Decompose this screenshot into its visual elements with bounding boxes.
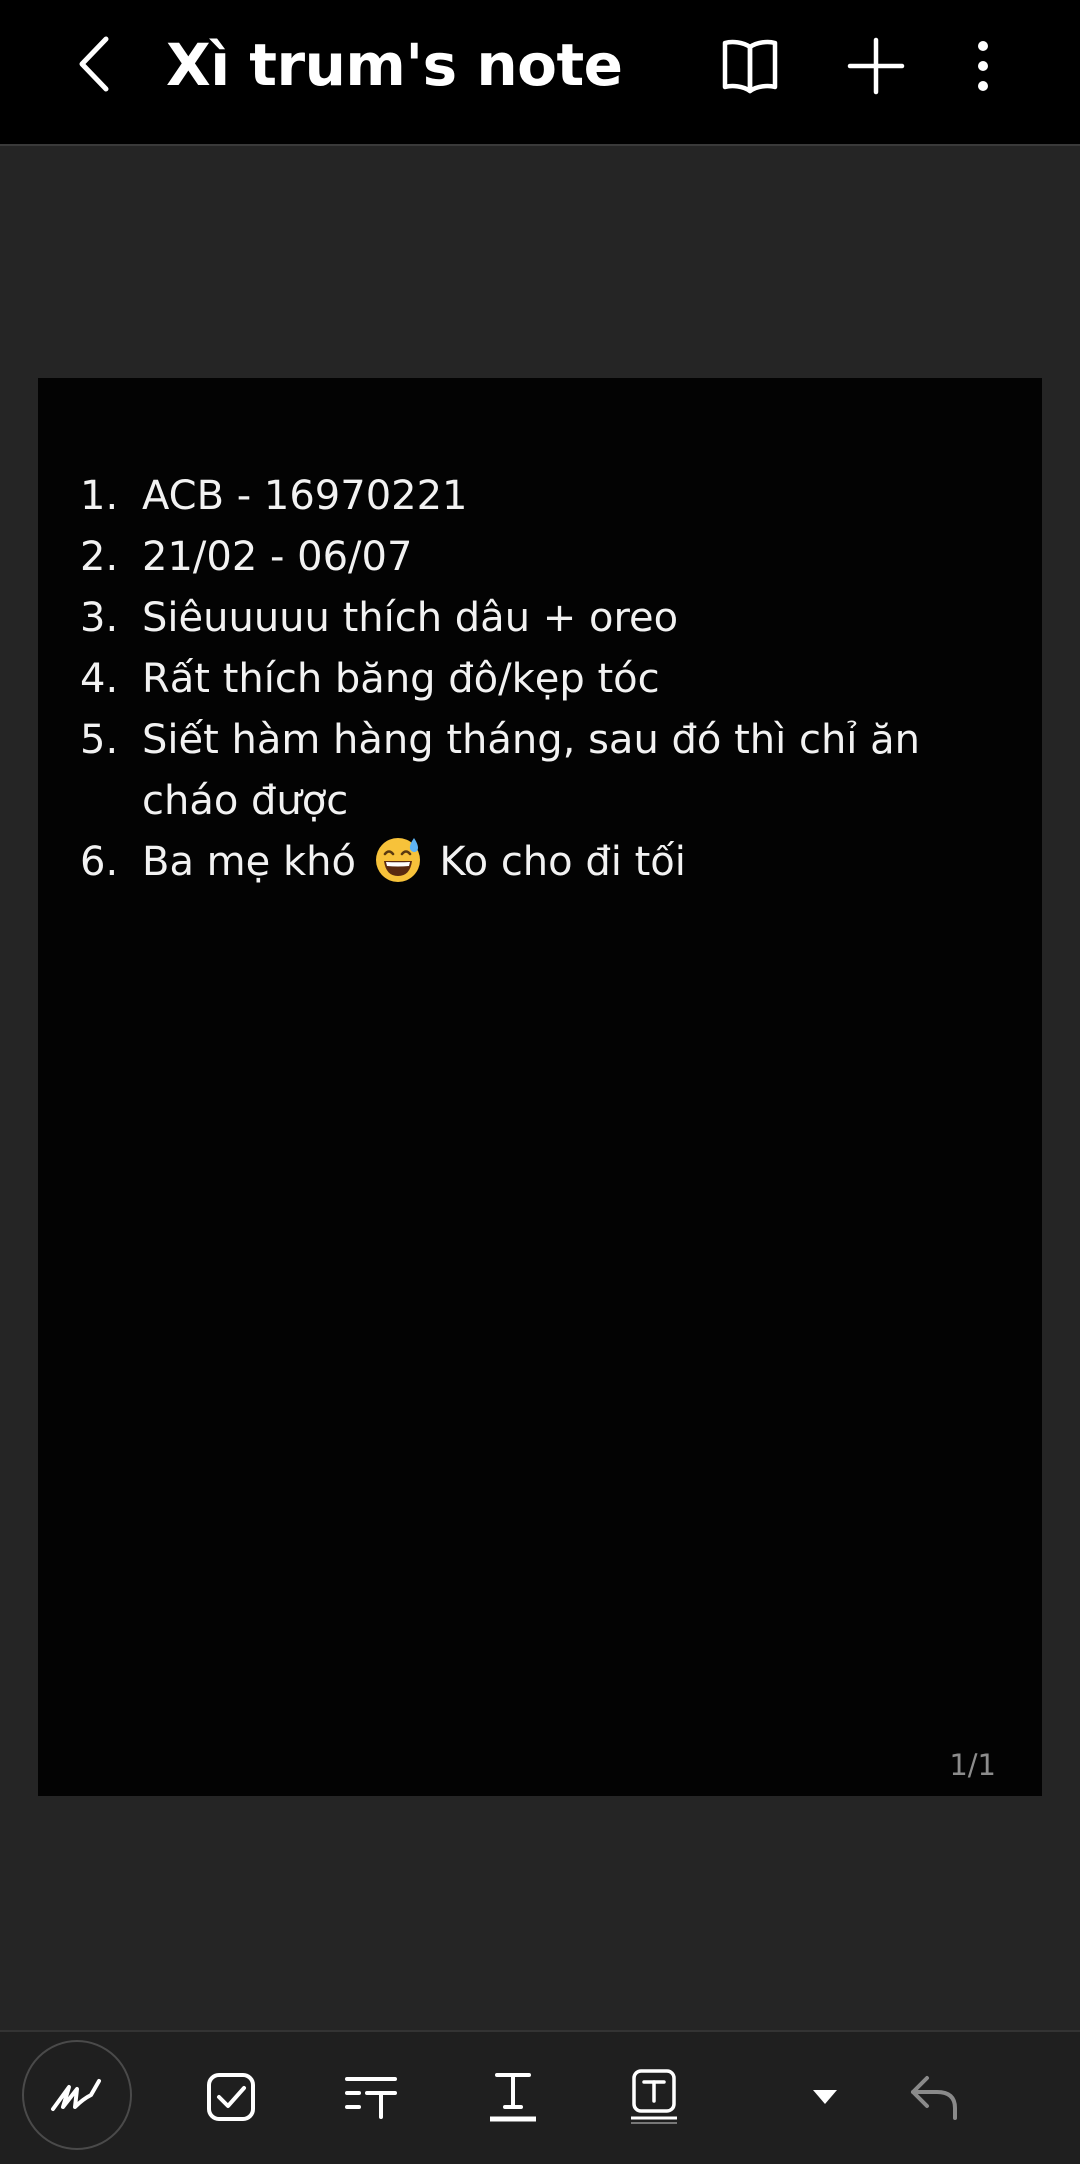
back-button[interactable] [58,28,130,100]
list-item-text: Siết hàm hàng tháng, sau đó thì chỉ ăn c… [142,717,920,824]
list-number: 5. [80,717,119,763]
dropdown-button[interactable] [780,2052,870,2142]
list-number: 6. [80,839,119,885]
list-number: 2. [80,534,119,580]
top-app-bar: Xì trum's note [0,0,1080,146]
notes-app: Xì trum's note 1. ACB - 16970221 2. 21/0… [0,0,1080,2164]
add-page-button[interactable] [838,28,914,104]
note-page[interactable]: 1. ACB - 16970221 2. 21/02 - 06/07 3. Si… [38,378,1042,1796]
book-open-icon [722,39,778,94]
note-title: Xì trum's note [166,31,623,99]
list-item-text-after: Ko cho đi tối [439,839,686,885]
handwriting-tool-button[interactable] [22,2040,132,2150]
undo-icon [911,2076,957,2120]
list-number: 1. [80,473,119,519]
text-box-tool-button[interactable] [609,2052,699,2142]
text-underline-icon [490,2073,536,2122]
checkbox-tool-button[interactable] [186,2052,276,2142]
list-item: 3. Siêuuuuu thích dâu + oreo [80,588,1000,649]
reading-mode-button[interactable] [712,30,788,102]
checkbox-icon [207,2073,255,2121]
list-number: 4. [80,656,119,702]
list-item-text: Siêuuuuu thích dâu + oreo [142,595,679,641]
text-format-icon [345,2077,397,2119]
list-item-text-before: Ba mẹ khó [142,839,356,885]
undo-button[interactable] [890,2052,980,2142]
handwriting-pen-icon [51,2079,101,2111]
list-number: 3. [80,595,119,641]
page-counter: 1/1 [949,1748,996,1782]
text-box-icon [631,2069,677,2124]
list-item-text: Rất thích băng đô/kẹp tóc [142,656,660,702]
text-format-tool-button[interactable] [326,2052,416,2142]
list-item: 1. ACB - 16970221 [80,466,1000,527]
list-item: 4. Rất thích băng đô/kẹp tóc [80,649,1000,710]
list-item: 2. 21/02 - 06/07 [80,527,1000,588]
list-item: 6. Ba mẹ khó Ko cho đi tối [80,832,1000,893]
text-underline-tool-button[interactable] [468,2052,558,2142]
list-item-text: 21/02 - 06/07 [142,534,413,580]
more-options-button[interactable] [958,28,1008,104]
more-vertical-icon [978,41,988,91]
list-item-text: ACB - 16970221 [142,473,468,519]
grinning-sweat-emoji-icon [375,838,420,882]
list-item: 5. Siết hàm hàng tháng, sau đó thì chỉ ă… [80,710,1000,832]
plus-icon [847,37,905,95]
bottom-toolbar [0,2030,1080,2164]
dropdown-arrow-icon [813,2090,837,2104]
note-list: 1. ACB - 16970221 2. 21/02 - 06/07 3. Si… [80,466,1000,893]
chevron-left-icon [79,36,109,92]
